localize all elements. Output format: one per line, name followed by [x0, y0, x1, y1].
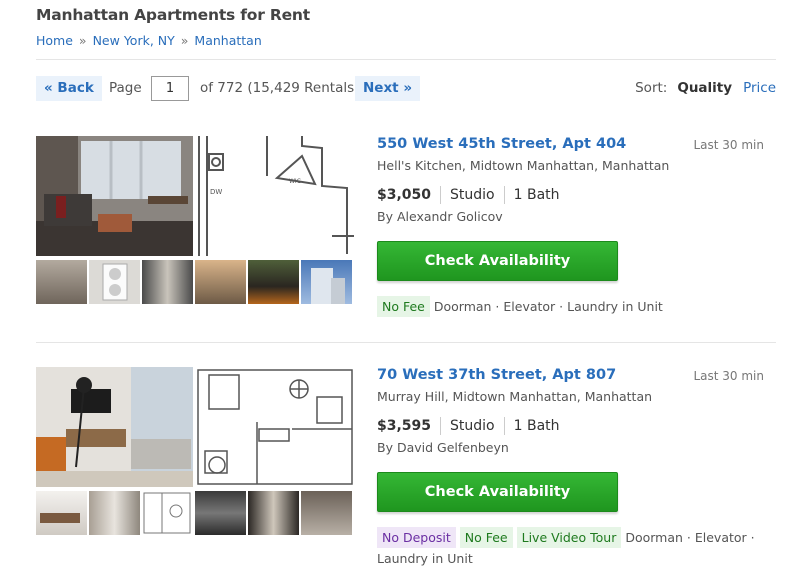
listing-beds: Studio	[450, 187, 495, 203]
sort-controls: Sort: Quality Price	[635, 80, 776, 96]
listing-baths: 1 Bath	[513, 418, 560, 434]
floorplan-label: DW	[210, 188, 222, 196]
divider	[36, 342, 776, 343]
listing-beds: Studio	[450, 418, 495, 434]
divider	[503, 417, 505, 435]
divider	[36, 59, 776, 60]
listing-thumbnail[interactable]	[36, 260, 87, 304]
listing-neighborhood: Murray Hill, Midtown Manhattan, Manhatta…	[377, 389, 653, 404]
badge-no-fee: No Fee	[459, 527, 513, 548]
sort-quality[interactable]: Quality	[677, 80, 732, 96]
floorplan-label: WIC	[289, 178, 301, 185]
listing-price: $3,595	[377, 418, 432, 434]
breadcrumb-home[interactable]: Home	[36, 33, 73, 48]
page-number-input[interactable]	[151, 76, 189, 101]
listing-card: 70 West 37th Street, Apt 807 Last 30 min…	[36, 367, 776, 567]
listing-facts: $3,595 Studio 1 Bath	[377, 417, 560, 435]
listing-tags: No Deposit No Fee Live Video Tour Doorman ·…	[377, 527, 776, 569]
pagination-bar: « Back Page of 772 (15,429 Rentals) Next…	[36, 75, 776, 103]
listing-thumbnail[interactable]	[195, 260, 246, 304]
page-title: Manhattan Apartments for Rent	[36, 6, 310, 24]
listing-thumbnail[interactable]	[248, 260, 299, 304]
listing-amenities: Doorman · Elevator · Laundry in Unit	[433, 299, 663, 314]
check-availability-button[interactable]: Check Availability	[377, 472, 618, 512]
listing-tags: No Fee Doorman · Elevator · Laundry in Un…	[377, 296, 776, 317]
listing-thumbnail[interactable]	[301, 491, 352, 535]
listing-address-link[interactable]: 550 West 45th Street, Apt 404	[377, 136, 626, 152]
divider	[503, 186, 505, 204]
listing-main-photo[interactable]	[36, 136, 193, 256]
breadcrumb-new-york[interactable]: New York, NY	[93, 33, 175, 48]
listing-baths: 1 Bath	[513, 187, 560, 203]
divider	[440, 186, 442, 204]
listing-agent: By Alexandr Golicov	[377, 209, 503, 224]
listing-info: 70 West 37th Street, Apt 807 Last 30 min…	[377, 367, 776, 566]
badge-no-fee: No Fee	[377, 296, 430, 317]
page-count-text: of 772 (15,429 Rentals)	[200, 80, 360, 96]
listing-thumbnail[interactable]	[301, 260, 352, 304]
badge-live-video-tour: Live Video Tour	[516, 527, 622, 548]
listing-thumbnail[interactable]	[195, 491, 246, 535]
listing-thumbnail[interactable]	[142, 260, 193, 304]
page-label: Page	[109, 80, 142, 96]
back-button[interactable]: « Back	[36, 76, 102, 101]
check-availability-button[interactable]: Check Availability	[377, 241, 618, 281]
listing-info: 550 West 45th Street, Apt 404 Last 30 mi…	[377, 136, 776, 326]
listing-neighborhood: Hell's Kitchen, Midtown Manhattan, Manha…	[377, 158, 670, 173]
breadcrumb-separator: »	[180, 33, 189, 48]
listing-thumbnail[interactable]	[142, 491, 193, 535]
listing-thumbnail[interactable]	[89, 491, 140, 535]
badge-no-deposit: No Deposit	[377, 527, 456, 548]
sort-price-link[interactable]: Price	[743, 80, 776, 96]
divider	[440, 417, 442, 435]
listing-thumbnail[interactable]	[36, 491, 87, 535]
listing-facts: $3,050 Studio 1 Bath	[377, 186, 560, 204]
breadcrumb-manhattan[interactable]: Manhattan	[194, 33, 261, 48]
listing-thumbnail[interactable]	[248, 491, 299, 535]
sort-label: Sort:	[635, 80, 668, 96]
next-button[interactable]: Next »	[355, 76, 421, 101]
listing-posted-time: Last 30 min	[693, 369, 764, 383]
listing-card: DW WIC 550 West 45th Street, Apt 404 Las…	[36, 136, 776, 336]
listing-price: $3,050	[377, 187, 432, 203]
breadcrumb-separator: »	[78, 33, 87, 48]
listing-address-link[interactable]: 70 West 37th Street, Apt 807	[377, 367, 616, 383]
listing-posted-time: Last 30 min	[693, 138, 764, 152]
listing-main-photo[interactable]	[36, 367, 193, 487]
listing-agent: By David Gelfenbeyn	[377, 440, 509, 455]
listing-floorplan[interactable]: DW WIC	[197, 136, 354, 256]
listing-floorplan[interactable]	[197, 367, 354, 487]
breadcrumb: Home » New York, NY » Manhattan	[36, 33, 262, 48]
listing-thumbnail[interactable]	[89, 260, 140, 304]
